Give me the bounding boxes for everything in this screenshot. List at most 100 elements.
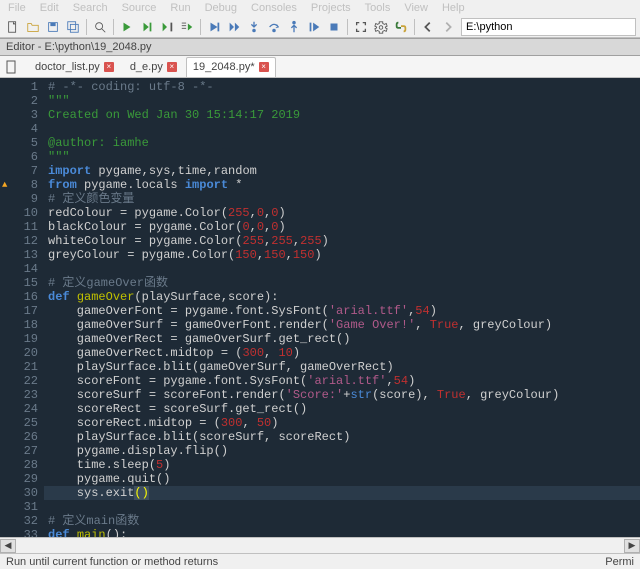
menu-file[interactable]: File (8, 2, 26, 14)
code-line[interactable]: pygame.display.flip() (44, 444, 640, 458)
continue-icon[interactable] (305, 18, 323, 36)
code-line[interactable]: scoreFont = pygame.font.SysFont('arial.t… (44, 374, 640, 388)
save-all-icon[interactable] (64, 18, 82, 36)
debug-step-icon[interactable] (225, 18, 243, 36)
menu-run[interactable]: Run (170, 2, 190, 14)
code-line[interactable]: gameOverFont = pygame.font.SysFont('aria… (44, 304, 640, 318)
close-icon[interactable]: × (259, 62, 269, 72)
code-line[interactable]: """ (44, 94, 640, 108)
code-line[interactable]: greyColour = pygame.Color(150,150,150) (44, 248, 640, 262)
step-out-icon[interactable] (285, 18, 303, 36)
statusbar: Run until current function or method ret… (0, 553, 640, 569)
code-line[interactable]: Created on Wed Jan 30 15:14:17 2019 (44, 108, 640, 122)
code-line[interactable]: import pygame,sys,time,random (44, 164, 640, 178)
code-line[interactable]: # -*- coding: utf-8 -*- (44, 80, 640, 94)
run-icon[interactable] (118, 18, 136, 36)
menu-view[interactable]: View (404, 2, 428, 14)
step-into-icon[interactable] (245, 18, 263, 36)
code-line[interactable]: # 定义gameOver函数 (44, 276, 640, 290)
run-cell-icon[interactable] (138, 18, 156, 36)
menu-help[interactable]: Help (442, 2, 465, 14)
preferences-icon[interactable] (372, 18, 390, 36)
toolbar (0, 16, 640, 38)
scroll-left-icon[interactable]: ◀ (0, 539, 16, 553)
code-line[interactable]: """ (44, 150, 640, 164)
toolbar-separator (200, 19, 201, 35)
code-line[interactable]: # 定义main函数 (44, 514, 640, 528)
code-line[interactable]: playSurface.blit(gameOverSurf, gameOverR… (44, 360, 640, 374)
line-number: 16 (2, 290, 38, 304)
tab-d-e-py[interactable]: d_e.py× (123, 57, 184, 77)
debug-icon[interactable] (205, 18, 223, 36)
menu-consoles[interactable]: Consoles (251, 2, 297, 14)
line-number: 12 (2, 234, 38, 248)
code-line[interactable]: gameOverRect = gameOverSurf.get_rect() (44, 332, 640, 346)
scroll-right-icon[interactable]: ▶ (624, 539, 640, 553)
step-over-icon[interactable] (265, 18, 283, 36)
warning-icon[interactable]: ▲ (2, 178, 7, 192)
line-number: 5 (2, 136, 38, 150)
menu-tools[interactable]: Tools (365, 2, 391, 14)
search-icon[interactable] (91, 18, 109, 36)
maximize-icon[interactable] (352, 18, 370, 36)
run-selection-icon[interactable] (178, 18, 196, 36)
stop-icon[interactable] (325, 18, 343, 36)
menu-projects[interactable]: Projects (311, 2, 351, 14)
menu-debug[interactable]: Debug (205, 2, 237, 14)
working-directory-input[interactable] (461, 18, 636, 36)
line-number: 4 (2, 122, 38, 136)
code-line[interactable] (44, 500, 640, 514)
toolbar-separator (414, 19, 415, 35)
line-number: 19 (2, 332, 38, 346)
line-number: 23 (2, 388, 38, 402)
code-line[interactable] (44, 262, 640, 276)
run-cell-advance-icon[interactable] (158, 18, 176, 36)
tab-label: 19_2048.py* (193, 61, 255, 73)
code-line[interactable]: @author: iamhe (44, 136, 640, 150)
code-line[interactable]: gameOverRect.midtop = (300, 10) (44, 346, 640, 360)
code-line[interactable]: scoreRect.midtop = (300, 50) (44, 416, 640, 430)
close-icon[interactable]: × (104, 62, 114, 72)
code-line[interactable]: scoreRect = scoreSurf.get_rect() (44, 402, 640, 416)
tab-19-2048-py-[interactable]: 19_2048.py* × (186, 57, 276, 77)
code-line[interactable]: gameOverSurf = gameOverFont.render('Game… (44, 318, 640, 332)
code-line[interactable]: time.sleep(5) (44, 458, 640, 472)
code-line[interactable]: from pygame.locals import * (44, 178, 640, 192)
new-file-icon[interactable] (4, 18, 22, 36)
line-number: 27 (2, 444, 38, 458)
menu-source[interactable]: Source (122, 2, 157, 14)
close-icon[interactable]: × (167, 62, 177, 72)
pythonpath-icon[interactable] (392, 18, 410, 36)
line-number: 20 (2, 346, 38, 360)
menu-search[interactable]: Search (73, 2, 108, 14)
scroll-track[interactable] (16, 539, 624, 553)
code-line[interactable]: sys.exit() (44, 486, 640, 500)
code-line[interactable]: pygame.quit() (44, 472, 640, 486)
code-line[interactable]: blackColour = pygame.Color(0,0,0) (44, 220, 640, 234)
code-editor[interactable]: 12345678▲9101112131415161718192021222324… (0, 78, 640, 540)
code-line[interactable]: redColour = pygame.Color(255,0,0) (44, 206, 640, 220)
forward-icon[interactable] (439, 18, 457, 36)
tab-doctor-list-py[interactable]: doctor_list.py× (28, 57, 121, 77)
horizontal-scrollbar[interactable]: ◀ ▶ (0, 537, 640, 553)
file-browser-icon[interactable] (4, 59, 20, 75)
code-area[interactable]: # -*- coding: utf-8 -*-"""Created on Wed… (44, 78, 640, 540)
code-line[interactable]: playSurface.blit(scoreSurf, scoreRect) (44, 430, 640, 444)
line-number: 2 (2, 94, 38, 108)
line-number: 25 (2, 416, 38, 430)
code-line[interactable] (44, 122, 640, 136)
open-file-icon[interactable] (24, 18, 42, 36)
line-number: 9 (2, 192, 38, 206)
save-icon[interactable] (44, 18, 62, 36)
code-line[interactable]: scoreSurf = scoreFont.render('Score:'+st… (44, 388, 640, 402)
line-number-gutter: 12345678▲9101112131415161718192021222324… (0, 78, 44, 540)
code-line[interactable]: whiteColour = pygame.Color(255,255,255) (44, 234, 640, 248)
status-message: Run until current function or method ret… (6, 556, 218, 568)
code-line[interactable]: def gameOver(playSurface,score): (44, 290, 640, 304)
menu-edit[interactable]: Edit (40, 2, 59, 14)
line-number: 32 (2, 514, 38, 528)
line-number: 29 (2, 472, 38, 486)
code-line[interactable]: # 定义颜色变量 (44, 192, 640, 206)
working-directory-field[interactable] (461, 18, 636, 36)
back-icon[interactable] (419, 18, 437, 36)
